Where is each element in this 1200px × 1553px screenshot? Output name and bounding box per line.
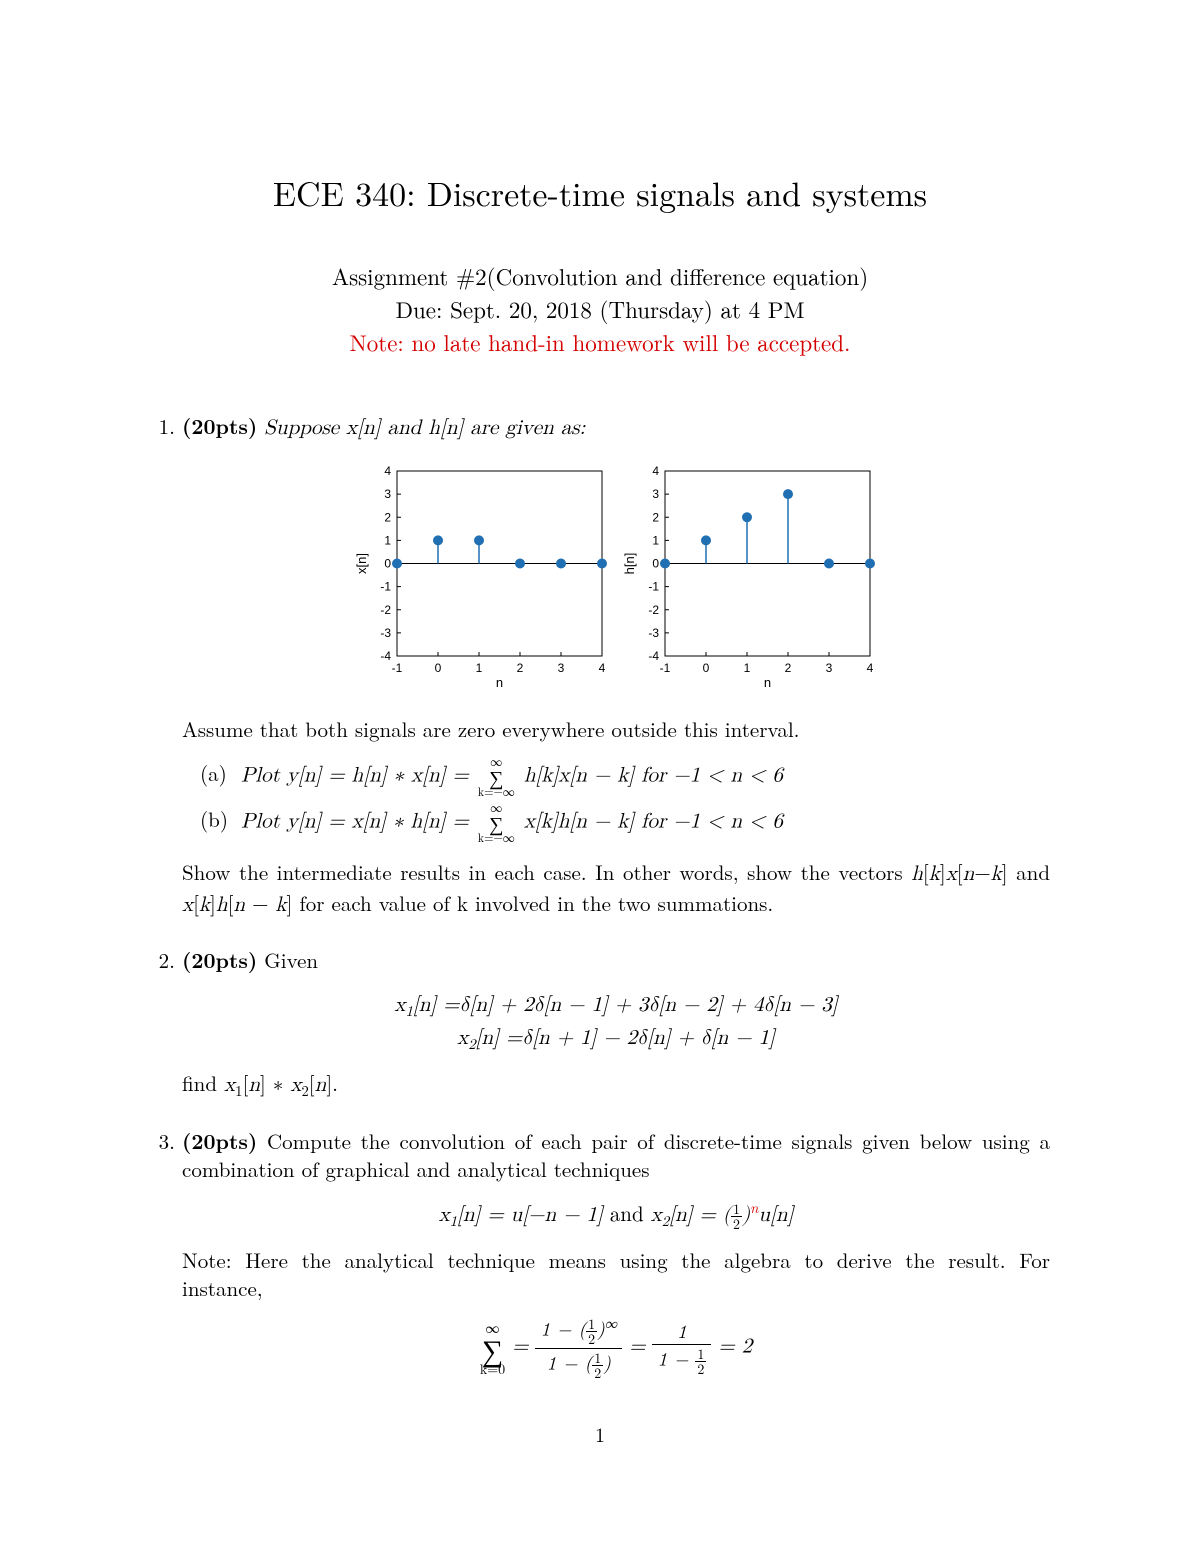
x2-definition: x2[n] =δ[n + 1] − 2δ[n] + δ[n − 1] (457, 1028, 775, 1049)
svg-text:0: 0 (652, 557, 659, 571)
geometric-series-example: ∞ ∑ k=0 = 1 − (12)∞ 1 − (12) = 1 1 − 12 … (182, 1316, 1050, 1380)
svg-text:-2: -2 (380, 603, 391, 617)
summation-symbol: ∞ ∑ k=−∞ (478, 756, 515, 798)
svg-text:2: 2 (785, 661, 792, 675)
svg-text:-1: -1 (648, 580, 659, 594)
page-number: 1 (150, 1420, 1050, 1447)
svg-text:-3: -3 (380, 626, 391, 640)
h-of-n-stem-plot: -4 -3 -2 -1 0 1 2 3 4 -1 0 1 2 3 4 n h[n] (620, 461, 880, 691)
assignment-header: Assignment #2(Convolution and difference… (150, 260, 1050, 357)
problem-1-subparts: (a) Plot y[n] = h[n] ∗ x[n] = ∞ ∑ k=−∞ h… (200, 756, 1050, 844)
svg-text:2: 2 (517, 661, 524, 675)
points-badge: (20pts) (182, 1126, 257, 1156)
problem-1-intro: Suppose x[n] and h[n] are given as: (257, 418, 585, 439)
svg-text:1: 1 (744, 661, 751, 675)
svg-text:4: 4 (599, 661, 606, 675)
problem-1b: (b) Plot y[n] = x[n] ∗ h[n] = ∞ ∑ k=−∞ x… (200, 802, 1050, 844)
problem-1-assume: Assume that both signals are zero everyw… (182, 715, 1050, 743)
subpart-label: (a) (200, 759, 234, 787)
summation-symbol: ∞ ∑ k=−∞ (478, 802, 515, 844)
problem-3-signals: x1[n] = u[−n − 1] and x2[n] = (12)nu[n] (182, 1198, 1050, 1232)
problem-3: (20pts) Compute the convolution of each … (182, 1127, 1050, 1380)
svg-text:-4: -4 (648, 649, 659, 663)
late-policy-note: Note: no late hand-in homework will be a… (150, 326, 1050, 357)
problem-2-intro: Given (257, 945, 318, 975)
svg-text:-2: -2 (648, 603, 659, 617)
problem-1a: (a) Plot y[n] = h[n] ∗ x[n] = ∞ ∑ k=−∞ h… (200, 756, 1050, 798)
svg-text:n: n (764, 675, 771, 690)
x-of-n-stem-plot: -4 -3 -2 -1 0 1 2 3 4 -1 0 1 2 3 4 n x[n] (352, 461, 612, 691)
points-badge: (20pts) (182, 945, 257, 975)
problem-3-note: Note: Here the analytical technique mean… (182, 1246, 1050, 1303)
svg-text:2: 2 (652, 511, 659, 525)
fraction-2: 1 1 − 12 (652, 1321, 711, 1376)
problem-1b-tail: x[k]h[n − k] for −1 < n < 6 (524, 811, 783, 832)
svg-text:-1: -1 (660, 661, 671, 675)
problem-1b-text: Plot y[n] = x[n] ∗ h[n] = (241, 811, 476, 832)
one-half-fraction: 12 (731, 1202, 742, 1231)
subpart-label: (b) (200, 805, 234, 833)
problem-1-show: Show the intermediate results in each ca… (182, 858, 1050, 921)
svg-text:4: 4 (867, 661, 874, 675)
svg-text:1: 1 (384, 534, 391, 548)
signal-plots: -4-3-2-101234-101234nx[n] -4-3-2-101234-… (182, 461, 1050, 691)
svg-text:3: 3 (826, 661, 833, 675)
assignment-subtitle: Assignment #2(Convolution and difference… (150, 260, 1050, 291)
summation-symbol: ∞ ∑ k=0 (480, 1321, 505, 1376)
svg-text:-4: -4 (380, 649, 391, 663)
svg-text:2: 2 (384, 511, 391, 525)
svg-text:4: 4 (652, 464, 659, 478)
problem-2-equations: x1[n] =δ[n] + 2δ[n − 1] + 3δ[n − 2] + 4δ… (182, 989, 1050, 1055)
problem-list: (20pts) Suppose x[n] and h[n] are given … (150, 412, 1050, 1380)
fraction-1: 1 − (12)∞ 1 − (12) (535, 1316, 622, 1380)
problem-1: (20pts) Suppose x[n] and h[n] are given … (182, 412, 1050, 920)
page-title: ECE 340: Discrete-time signals and syste… (150, 170, 1050, 216)
svg-text:h[n]: h[n] (622, 553, 637, 575)
problem-1a-tail: h[k]x[n − k] for −1 < n < 6 (524, 765, 783, 786)
due-date: Due: Sept. 20, 2018 (Thursday) at 4 PM (150, 293, 1050, 324)
svg-text:x[n]: x[n] (354, 553, 369, 574)
x1-definition: x1[n] =δ[n] + 2δ[n − 1] + 3δ[n − 2] + 4δ… (394, 995, 837, 1016)
svg-text:0: 0 (703, 661, 710, 675)
result-equals-2: = 2 (718, 1337, 752, 1358)
svg-text:1: 1 (652, 534, 659, 548)
problem-3-intro: Compute the convolution of each pair of … (182, 1126, 1050, 1184)
svg-text:1: 1 (476, 661, 483, 675)
svg-text:n: n (496, 675, 503, 690)
points-badge: (20pts) (182, 411, 257, 441)
problem-2-find: find x1[n] ∗ x2[n]. (182, 1069, 1050, 1101)
svg-text:-1: -1 (380, 580, 391, 594)
problem-1a-text: Plot y[n] = h[n] ∗ x[n] = (241, 765, 476, 786)
problem-2: (20pts) Given x1[n] =δ[n] + 2δ[n − 1] + … (182, 946, 1050, 1100)
svg-text:3: 3 (384, 488, 391, 502)
svg-text:3: 3 (652, 488, 659, 502)
svg-text:0: 0 (435, 661, 442, 675)
svg-text:4: 4 (384, 464, 391, 478)
svg-text:3: 3 (558, 661, 565, 675)
svg-text:-1: -1 (392, 661, 403, 675)
document-page: ECE 340: Discrete-time signals and syste… (0, 0, 1200, 1553)
svg-text:-3: -3 (648, 626, 659, 640)
svg-text:0: 0 (384, 557, 391, 571)
